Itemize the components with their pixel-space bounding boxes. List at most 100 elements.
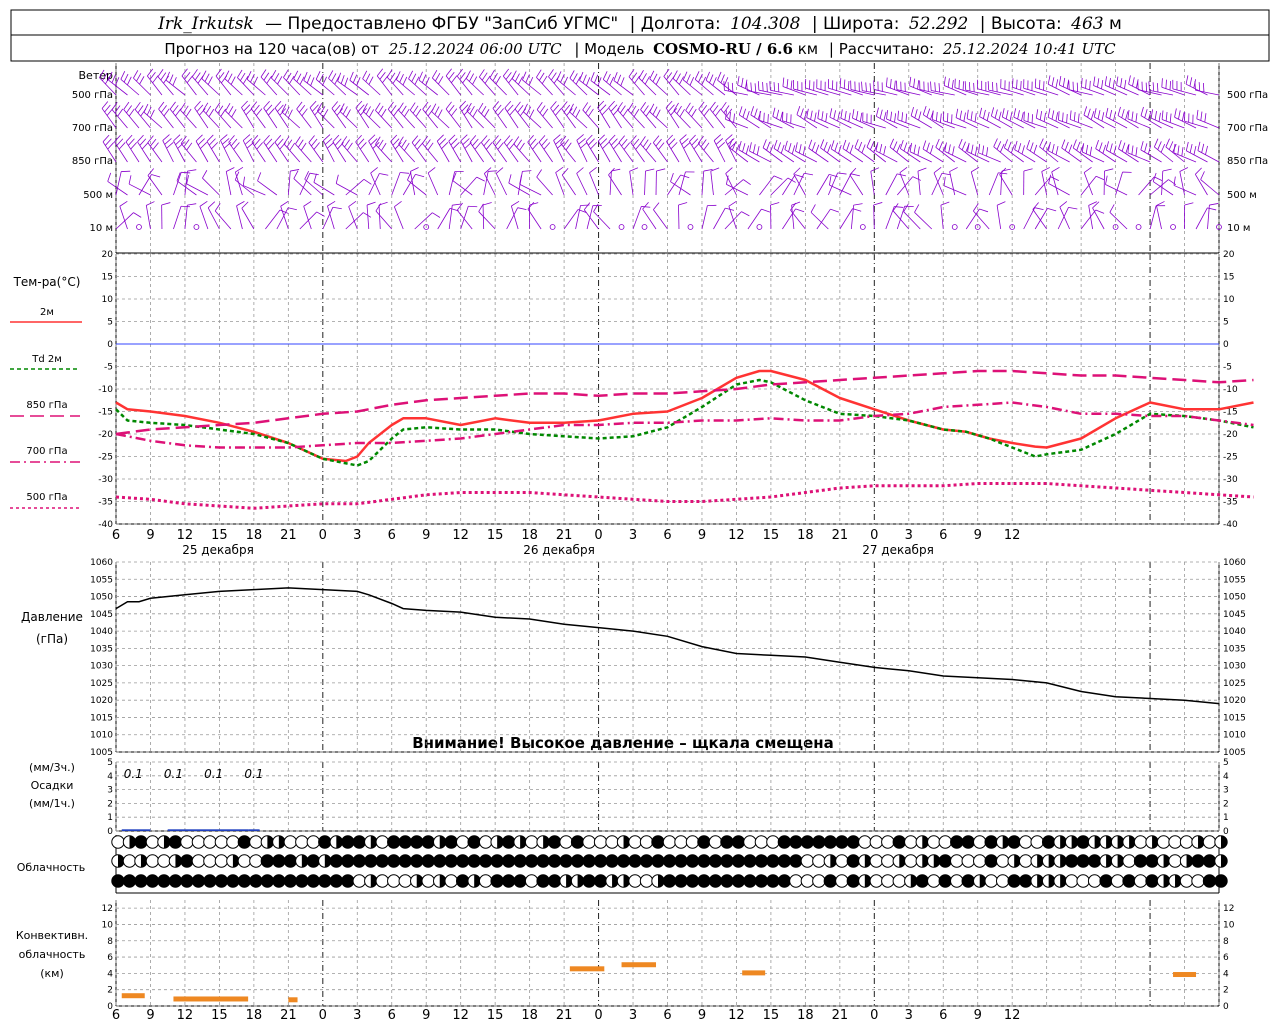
wind-barb-feather (1058, 111, 1059, 120)
wind-barb-shaft (871, 171, 875, 195)
convective-cloud-plot (122, 962, 1196, 1002)
wind-barb-shaft (614, 81, 633, 95)
wind-barb-feather (835, 143, 838, 152)
precip-label-3: (мм/1ч.) (29, 797, 75, 810)
cloud-cover-circle (479, 836, 491, 848)
cloud-cover-circle (870, 855, 882, 867)
wind-barb-feather (166, 72, 170, 80)
wind-barb-feather (118, 109, 123, 116)
wind-barb-shaft (759, 176, 774, 195)
wind-barb-shaft (449, 141, 461, 162)
wind-barb-feather (803, 146, 805, 155)
wind-barb-feather (158, 69, 163, 76)
wind-barb-feather (650, 71, 654, 79)
cloud-cover-circle (399, 875, 411, 887)
wind-barb-shaft (377, 76, 392, 95)
cloud-cover-circle (939, 855, 951, 867)
wind-barb-feather (1145, 143, 1147, 152)
wind-barb-feather (1098, 78, 1099, 87)
wind-barb-shaft (409, 79, 427, 95)
wind-barb-shaft (817, 209, 831, 229)
wind-barb-feather (874, 202, 883, 205)
cloud-cover-circle (1019, 875, 1031, 887)
wind-barb-feather (1027, 140, 1030, 149)
temp-xtick: 12 (452, 528, 469, 543)
wind-barb-feather (527, 107, 531, 115)
wind-barb-feather (509, 174, 511, 183)
series-t700 (116, 403, 1254, 448)
alt-unit: м (1109, 14, 1122, 34)
wind-barb-feather (503, 69, 508, 76)
wind-barb-feather (185, 72, 191, 79)
wind-barb-shaft (275, 108, 288, 128)
wind-barb-feather (473, 77, 477, 85)
wind-barb-feather (1175, 108, 1177, 117)
wind-barb-feather (1047, 208, 1056, 210)
wind-barb-feather (653, 203, 659, 210)
conv-bar (288, 997, 297, 1002)
conv-ytick-left: 10 (102, 920, 114, 930)
cloud-cover-circle (951, 875, 963, 887)
wind-barb-feather (609, 135, 615, 142)
wind-barb-feather (980, 108, 982, 117)
cloud-cover-circle (698, 875, 710, 887)
wind-barb-feather (706, 72, 710, 80)
wind-barb-feather (200, 142, 206, 148)
wind-barb-feather (1024, 111, 1025, 120)
lon-label: | Долгота: (630, 14, 721, 34)
temp-xtick: 0 (594, 528, 602, 543)
cloud-cover-circle (365, 855, 377, 867)
wind-barb-feather (677, 106, 682, 114)
wind-barb-feather (613, 108, 619, 115)
wind-barb-feather (1124, 80, 1125, 89)
wind-level-500m-right: 500 м (1227, 190, 1257, 201)
wind-barb-feather (804, 173, 813, 175)
wind-barb-feather (1209, 203, 1218, 205)
cloud-cover-circle (123, 875, 135, 887)
wind-barb-shaft (207, 141, 219, 162)
cloud-cover-circle (146, 836, 158, 848)
wind-barb-feather (774, 140, 777, 148)
cloud-cover-circle (1077, 836, 1089, 848)
wind-barb-shaft (423, 109, 438, 128)
wind-barb-feather (394, 109, 399, 116)
wind-barb-feather (1156, 201, 1164, 205)
cloud-cover-circle (640, 836, 652, 848)
wind-barb-feather (774, 82, 775, 91)
wind-barb-feather (1141, 107, 1143, 116)
cloud-cover-circle (330, 855, 342, 867)
wind-barb-feather (796, 209, 805, 212)
wind-barb-feather (222, 138, 229, 144)
cloud-cover-circle (847, 855, 859, 867)
wind-barb-shaft (515, 109, 530, 128)
conv-xtick: 15 (211, 1008, 228, 1023)
wind-barb-feather (264, 73, 269, 80)
wind-barb-feather (851, 174, 860, 176)
wind-barb-shaft (874, 89, 897, 95)
wind-barb-shaft (666, 108, 679, 128)
wind-barb-shaft (831, 149, 851, 162)
wind-barb-feather (518, 77, 522, 85)
cloud-cover-circle (388, 836, 400, 848)
wind-level-10m-right: 10 м (1227, 223, 1250, 234)
wind-barb-feather (890, 139, 894, 147)
wind-barb-feather (999, 112, 1001, 121)
wind-barb-feather (679, 77, 683, 85)
cloud-cover-circle (422, 855, 434, 867)
wind-barb-shaft (818, 119, 840, 128)
wind-barb-feather (167, 142, 174, 148)
wind-barb-feather (807, 109, 809, 118)
wind-barb-shaft (630, 171, 633, 195)
wind-barb-shaft (226, 171, 231, 195)
wind-barb-feather (234, 143, 240, 150)
temp-ytick-right: -20 (1223, 430, 1238, 440)
wind-barb-feather (1132, 112, 1133, 121)
wind-barb-shaft (1042, 172, 1047, 195)
cloud-cover-circle (640, 855, 652, 867)
wind-barb-feather (225, 71, 229, 79)
wind-barb-feather (680, 109, 685, 117)
wind-barb-feather (1084, 106, 1087, 115)
wind-barb-feather (1094, 108, 1096, 117)
wind-barb-feather (1010, 112, 1012, 121)
wind-barb-feather (103, 135, 109, 142)
